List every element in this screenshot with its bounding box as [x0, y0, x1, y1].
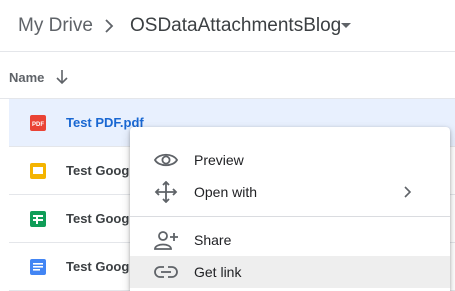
- slides-icon: [30, 163, 46, 179]
- breadcrumb-my-drive[interactable]: My Drive: [18, 14, 93, 38]
- breadcrumb-current-folder[interactable]: OSDataAttachmentsBlog: [130, 14, 341, 38]
- move-arrows-icon: [154, 181, 178, 203]
- eye-icon: [154, 153, 178, 167]
- chevron-right-icon: [404, 186, 412, 198]
- sheets-icon: [30, 211, 46, 227]
- menu-divider: [130, 216, 450, 217]
- menu-item-open-with[interactable]: Open with: [130, 176, 450, 208]
- breadcrumb: My Drive OSDataAttachmentsBlog: [0, 0, 455, 52]
- caret-down-icon[interactable]: [341, 23, 351, 28]
- menu-item-label: Preview: [194, 152, 244, 168]
- pdf-icon: PDF: [30, 115, 46, 131]
- menu-item-label: Get link: [194, 264, 242, 280]
- name-column-header[interactable]: Name: [9, 70, 44, 86]
- chevron-right-icon: [105, 19, 114, 33]
- menu-item-get-link[interactable]: Get link: [130, 256, 450, 288]
- link-icon: [154, 266, 178, 278]
- add-person-icon: [154, 231, 178, 250]
- docs-icon: [30, 259, 46, 275]
- menu-item-preview[interactable]: Preview: [130, 144, 450, 176]
- menu-item-share[interactable]: Share: [130, 224, 450, 256]
- file-list-header: Name: [0, 52, 455, 99]
- svg-text:PDF: PDF: [32, 122, 44, 128]
- menu-item-label: Share: [194, 232, 232, 248]
- menu-item-label: Open with: [194, 184, 258, 200]
- sort-arrow-down-icon[interactable]: [55, 69, 69, 85]
- context-menu: Preview Open with Share Get link: [130, 127, 450, 291]
